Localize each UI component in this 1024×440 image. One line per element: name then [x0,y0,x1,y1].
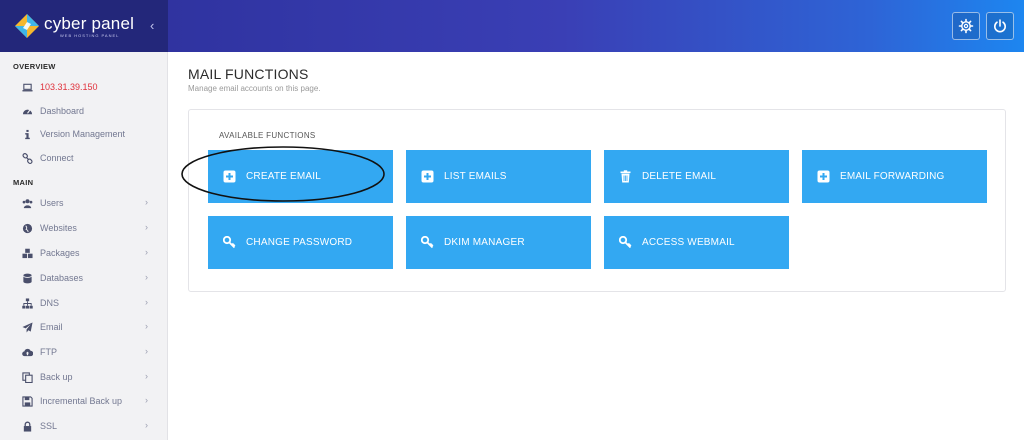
chevron-right-icon: › [145,321,148,331]
chevron-right-icon: › [145,222,148,232]
change-password-button[interactable]: CHANGE PASSWORD [208,216,393,269]
key-icon [618,236,632,250]
sidebar-item-label: Connect [40,153,74,163]
change-password-label: CHANGE PASSWORD [246,237,353,248]
plus-square-icon [222,170,236,184]
globe-icon [20,221,34,235]
chevron-right-icon: › [145,371,148,381]
sidebar-item-label: Users [40,198,64,208]
laptop-icon [20,80,34,94]
sidebar-item-label: SSL [40,421,58,431]
sidebar-item-label: DNS [40,298,60,308]
delete-email-label: DELETE EMAIL [642,171,717,182]
sidebar-item-databases[interactable]: Databases › [0,267,168,289]
chevron-right-icon: › [145,197,148,207]
copy-icon [20,370,34,384]
sidebar-item-connect[interactable]: Connect [0,147,168,169]
power-icon [994,19,1006,33]
key-icon [222,236,236,250]
key-icon [420,236,434,250]
email-forwarding-button[interactable]: EMAIL FORWARDING [802,150,987,203]
dkim-manager-button[interactable]: DKIM MANAGER [406,216,591,269]
brand-tagline: WEB HOSTING PANEL [60,33,120,38]
sidebar-item-label: Version Management [40,129,126,139]
info-icon [20,127,34,141]
sidebar-item-email[interactable]: Email › [0,316,168,338]
gear-icon [958,18,974,34]
sidebar-item-label: Websites [40,223,77,233]
sidebar-item-label: Dashboard [40,106,85,116]
tachometer-icon [20,104,34,118]
sidebar-item-packages[interactable]: Packages › [0,242,168,264]
chevron-right-icon: › [145,420,148,430]
cloud-upload-icon [20,345,34,359]
sidebar-item-ip[interactable]: 103.31.39.150 [0,76,168,98]
cyberpanel-logo-icon [15,14,39,38]
brand-name: cyber panel [44,14,135,33]
main-heading: MAIN [13,178,34,187]
plus-square-icon [420,170,434,184]
list-emails-label: LIST EMAILS [444,171,507,182]
sidebar-collapse-button[interactable]: ‹ [150,18,154,33]
sidebar-item-ssl[interactable]: SSL › [0,415,168,437]
sidebar-item-label: FTP [40,347,57,357]
access-webmail-label: ACCESS WEBMAIL [642,237,735,248]
sidebar-item-label: 103.31.39.150 [40,82,98,92]
sidebar-item-label: Databases [40,273,84,283]
sitemap-icon [20,296,34,310]
delete-email-button[interactable]: DELETE EMAIL [604,150,789,203]
save-icon [20,394,34,408]
sidebar-item-incremental-backup[interactable]: Incremental Back up › [0,390,168,412]
overview-heading: OVERVIEW [13,62,56,71]
sidebar-item-dns[interactable]: DNS › [0,292,168,314]
create-email-label: CREATE EMAIL [246,171,322,182]
settings-button[interactable] [952,12,980,40]
sidebar-item-backup[interactable]: Back up › [0,366,168,388]
sidebar-item-label: Packages [40,248,80,258]
trash-icon [618,170,632,184]
users-icon [20,196,34,210]
page-subtitle: Manage email accounts on this page. [188,84,321,93]
lock-icon [20,419,34,433]
page-title: MAIL FUNCTIONS [188,66,309,82]
sidebar-item-label: Email [40,322,63,332]
sidebar-item-websites[interactable]: Websites › [0,217,168,239]
cubes-icon [20,246,34,260]
paper-plane-icon [20,320,34,334]
top-header-bar: cyber panel WEB HOSTING PANEL ‹ [0,0,1024,52]
chevron-right-icon: › [145,346,148,356]
dkim-manager-label: DKIM MANAGER [444,237,525,248]
sidebar-item-dashboard[interactable]: Dashboard [0,100,168,122]
panel-heading: AVAILABLE FUNCTIONS [219,131,316,140]
email-forwarding-label: EMAIL FORWARDING [840,171,945,182]
chevron-right-icon: › [145,272,148,282]
chevron-right-icon: › [145,395,148,405]
sidebar: OVERVIEW 103.31.39.150 Dashboard Version… [0,52,168,440]
create-email-button[interactable]: CREATE EMAIL [208,150,393,203]
sidebar-item-label: Back up [40,372,73,382]
plus-square-icon [816,170,830,184]
brand-area: cyber panel WEB HOSTING PANEL ‹ [0,0,168,52]
chevron-right-icon: › [145,297,148,307]
sidebar-item-ftp[interactable]: FTP › [0,341,168,363]
access-webmail-button[interactable]: ACCESS WEBMAIL [604,216,789,269]
sidebar-item-users[interactable]: Users › [0,192,168,214]
link-icon [20,151,34,165]
sidebar-item-version-management[interactable]: Version Management [0,123,168,145]
list-emails-button[interactable]: LIST EMAILS [406,150,591,203]
sidebar-item-label: Incremental Back up [40,396,123,406]
power-button[interactable] [986,12,1014,40]
database-icon [20,271,34,285]
chevron-right-icon: › [145,247,148,257]
